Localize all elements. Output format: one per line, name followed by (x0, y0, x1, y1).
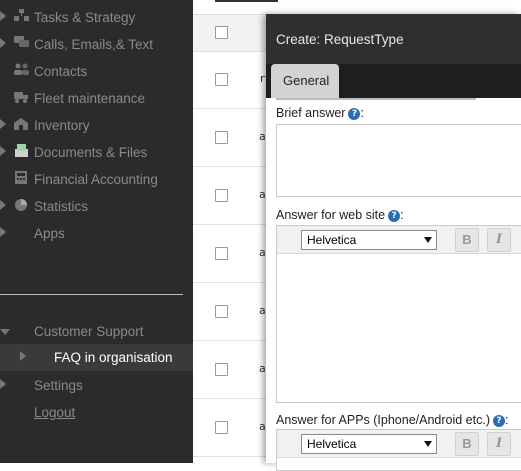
sidebar-item-label: Customer Support (34, 324, 144, 339)
sidebar-item-statistics[interactable]: Statistics (0, 193, 193, 220)
dialog-tabbar: General (266, 64, 521, 98)
select-all-checkbox[interactable] (215, 26, 228, 39)
row-text: a (259, 246, 266, 259)
chevron-down-icon (424, 237, 432, 243)
sidebar-divider (0, 294, 183, 295)
dialog-titlebar[interactable]: Create: RequestType (266, 14, 521, 64)
expand-arrow-icon[interactable] (0, 119, 6, 129)
label-text: Brief answer (276, 106, 346, 120)
font-family-select[interactable]: Helvetica (301, 434, 437, 454)
documents-icon (15, 144, 28, 157)
help-icon[interactable]: ? (348, 108, 361, 120)
dialog-title: Create: RequestType (276, 32, 404, 47)
sidebar-item-faq[interactable]: FAQ in organisation (0, 344, 193, 371)
expand-arrow-icon[interactable] (0, 200, 6, 210)
font-family-value: Helvetica (307, 233, 357, 247)
collapse-arrow-icon[interactable] (0, 329, 10, 335)
sidebar-item-settings[interactable]: Settings (0, 372, 193, 399)
editor-toolbar: Helvetica B I (277, 226, 521, 254)
sidebar-item-label: Financial Accounting (34, 172, 158, 187)
row-text: a (259, 420, 266, 433)
sidebar-item-label: Apps (34, 226, 65, 241)
row-text: a (259, 304, 266, 317)
contacts-icon (14, 63, 29, 75)
sidebar-item-contacts[interactable]: Contacts (0, 58, 193, 85)
sidebar-item-tasks[interactable]: Tasks & Strategy (0, 4, 193, 31)
apps-answer-label: Answer for APPs (Iphone/Android etc.)?: (276, 413, 508, 427)
row-checkbox[interactable] (215, 363, 228, 376)
sidebar-item-label: Inventory (34, 118, 90, 133)
label-colon: : (360, 106, 364, 120)
row-text: a (259, 130, 266, 143)
sidebar-item-calls[interactable]: Calls, Emails,& Text (0, 31, 193, 58)
expand-arrow-icon[interactable] (20, 351, 26, 361)
chat-icon (14, 36, 29, 47)
sidebar-item-label: Contacts (34, 64, 88, 79)
sidebar-item-apps[interactable]: Apps (0, 220, 193, 247)
sidebar-item-label: Fleet maintenance (34, 91, 146, 106)
sidebar-item-label: Settings (34, 378, 83, 393)
sidebar-item-documents[interactable]: Documents & Files (0, 139, 193, 166)
row-checkbox[interactable] (215, 305, 228, 318)
sidebar-item-label: Tasks & Strategy (34, 10, 136, 25)
web-answer-editor[interactable]: Helvetica B I (276, 225, 521, 403)
font-family-select[interactable]: Helvetica (301, 230, 437, 250)
active-tab-underline (215, 0, 278, 2)
row-checkbox[interactable] (215, 73, 228, 86)
row-text: r (259, 72, 266, 85)
sidebar-item-label: Statistics (34, 199, 89, 214)
help-icon[interactable]: ? (493, 415, 505, 427)
create-requesttype-dialog: Create: RequestType General Brief answer… (266, 14, 521, 471)
row-checkbox[interactable] (215, 189, 228, 202)
editor-toolbar: Helvetica B I (277, 430, 521, 458)
logout-link[interactable]: Logout (0, 399, 193, 426)
tab-label: General (283, 73, 330, 88)
logout-label[interactable]: Logout (34, 405, 75, 420)
apps-answer-editor[interactable]: Helvetica B I (276, 429, 521, 471)
expand-arrow-icon[interactable] (0, 379, 6, 389)
italic-button[interactable]: I (487, 228, 511, 252)
font-family-value: Helvetica (307, 437, 357, 451)
sidebar-item-label: Calls, Emails,& Text (34, 37, 154, 52)
statistics-icon (15, 199, 27, 211)
label-text: Answer for web site (276, 208, 386, 222)
sidebar: Tasks & Strategy Calls, Emails,& Text Co… (0, 0, 193, 463)
bold-button[interactable]: B (455, 432, 479, 456)
tasks-icon (14, 9, 29, 21)
label-text: Answer for APPs (Iphone/Android etc.) (276, 413, 490, 427)
row-checkbox[interactable] (215, 247, 228, 260)
accounting-icon (15, 171, 27, 184)
previous-field-edge (276, 98, 476, 100)
web-answer-label: Answer for web site?: (276, 208, 404, 222)
label-colon: : (505, 413, 509, 427)
brief-answer-label: Brief answer?: (276, 106, 364, 120)
expand-arrow-icon[interactable] (0, 38, 6, 48)
sidebar-item-fleet[interactable]: Fleet maintenance (0, 85, 193, 112)
chevron-down-icon (424, 441, 432, 447)
dialog-body: Brief answer?: Answer for web site?: Hel… (266, 98, 521, 471)
italic-button[interactable]: I (487, 432, 511, 456)
row-checkbox[interactable] (215, 421, 228, 434)
sidebar-item-accounting[interactable]: Financial Accounting (0, 166, 193, 193)
help-icon[interactable]: ? (388, 210, 401, 222)
sidebar-item-inventory[interactable]: Inventory (0, 112, 193, 139)
bold-button[interactable]: B (455, 228, 479, 252)
truck-icon (14, 92, 28, 103)
expand-arrow-icon[interactable] (0, 227, 6, 237)
row-text: a (259, 188, 266, 201)
expand-arrow-icon[interactable] (0, 146, 6, 156)
tab-general[interactable]: General (271, 64, 339, 98)
row-text: a (259, 362, 266, 375)
brief-answer-textarea[interactable] (276, 124, 521, 197)
expand-arrow-icon[interactable] (0, 11, 6, 21)
sidebar-item-label: Documents & Files (34, 145, 148, 160)
sidebar-item-label: FAQ in organisation (54, 350, 173, 365)
label-colon: : (400, 208, 404, 222)
inventory-icon (14, 118, 28, 130)
row-checkbox[interactable] (215, 131, 228, 144)
sidebar-item-customer-support[interactable]: Customer Support (0, 318, 193, 345)
